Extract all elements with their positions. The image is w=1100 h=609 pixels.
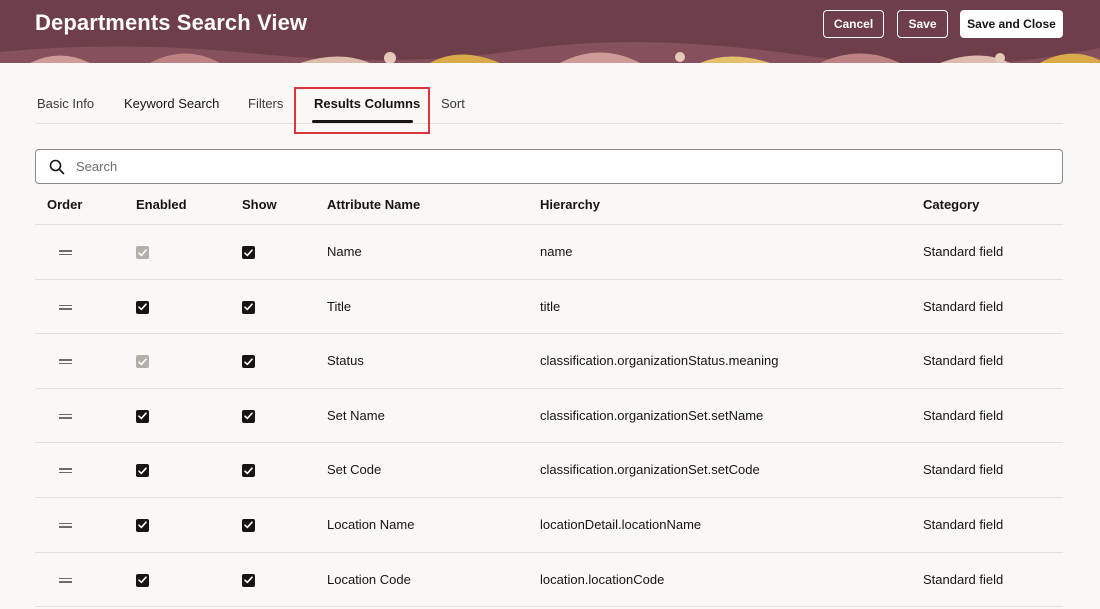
hierarchy-cell: classification.organizationSet.setName bbox=[540, 407, 764, 423]
tab-keyword-search[interactable]: Keyword Search bbox=[124, 84, 219, 124]
show-checkbox[interactable] bbox=[242, 409, 255, 423]
attribute-name-cell: Status bbox=[327, 353, 364, 369]
selected-tab-indicator bbox=[312, 120, 413, 123]
show-checkbox[interactable] bbox=[242, 518, 255, 532]
save-button[interactable]: Save bbox=[897, 10, 948, 38]
category-cell: Standard field bbox=[923, 462, 1004, 478]
table-row: Title title Standard field bbox=[35, 280, 1063, 335]
show-checkbox[interactable] bbox=[242, 355, 255, 369]
column-header-enabled: Enabled bbox=[136, 197, 187, 212]
column-header-category: Category bbox=[923, 197, 980, 212]
table-row: Status classification.organizationStatus.… bbox=[35, 334, 1063, 389]
column-header-order: Order bbox=[47, 197, 83, 212]
enabled-checkbox[interactable] bbox=[136, 518, 149, 532]
category-cell: Standard field bbox=[923, 298, 1004, 314]
hierarchy-cell: name bbox=[540, 244, 573, 259]
enabled-checkbox[interactable] bbox=[136, 300, 149, 314]
show-checkbox[interactable] bbox=[242, 246, 255, 259]
tab-results-columns[interactable]: Results Columns bbox=[314, 84, 420, 124]
hierarchy-cell: locationDetail.locationName bbox=[540, 516, 702, 532]
category-cell: Standard field bbox=[923, 407, 1004, 423]
table-row: Location Name locationDetail.locationName… bbox=[35, 498, 1063, 553]
category-cell: Standard field bbox=[923, 571, 1004, 587]
attribute-name-cell: Location Code bbox=[327, 571, 411, 587]
table-row: Name name Standard field bbox=[35, 225, 1063, 280]
drag-handle-icon[interactable] bbox=[59, 304, 72, 310]
category-cell: Standard field bbox=[923, 516, 1004, 532]
page-header: Departments Search View Cancel Save Save… bbox=[0, 0, 1100, 63]
enabled-checkbox[interactable] bbox=[136, 464, 149, 478]
drag-handle-icon[interactable] bbox=[59, 522, 72, 528]
cancel-button[interactable]: Cancel bbox=[823, 10, 884, 38]
table-row: Location Code location.locationCode Standa… bbox=[35, 553, 1063, 608]
hierarchy-cell: location.locationCode bbox=[540, 571, 665, 587]
search-input[interactable] bbox=[76, 150, 1046, 183]
save-and-close-button[interactable]: Save and Close bbox=[960, 10, 1063, 38]
show-checkbox[interactable] bbox=[242, 464, 255, 478]
drag-handle-icon[interactable] bbox=[59, 359, 72, 365]
enabled-checkbox[interactable] bbox=[136, 409, 149, 423]
hierarchy-cell: classification.organizationSet.setCode bbox=[540, 462, 760, 478]
enabled-checkbox bbox=[136, 355, 149, 369]
drag-handle-icon[interactable] bbox=[59, 577, 72, 583]
category-cell: Standard field bbox=[923, 353, 1004, 369]
column-header-hierarchy: Hierarchy bbox=[540, 197, 600, 212]
tab-basic-info[interactable]: Basic Info bbox=[37, 84, 94, 124]
column-header-show: Show bbox=[242, 197, 277, 212]
search-field[interactable] bbox=[35, 149, 1063, 184]
drag-handle-icon[interactable] bbox=[59, 468, 72, 474]
hierarchy-cell: classification.organizationStatus.meanin… bbox=[540, 353, 779, 369]
tab-filters[interactable]: Filters bbox=[248, 84, 283, 124]
attribute-name-cell: Set Name bbox=[327, 407, 385, 423]
hierarchy-cell: title bbox=[540, 298, 561, 314]
attribute-name-cell: Set Code bbox=[327, 462, 382, 478]
category-cell: Standard field bbox=[923, 244, 1004, 259]
drag-handle-icon[interactable] bbox=[59, 250, 72, 255]
results-columns-table: Order Enabled Show Attribute Name Hierar… bbox=[35, 184, 1063, 608]
show-checkbox[interactable] bbox=[242, 573, 255, 587]
attribute-name-cell: Location Name bbox=[327, 516, 415, 532]
drag-handle-icon[interactable] bbox=[59, 413, 72, 419]
attribute-name-cell: Title bbox=[327, 298, 352, 314]
enabled-checkbox[interactable] bbox=[136, 573, 149, 587]
show-checkbox[interactable] bbox=[242, 300, 255, 314]
column-header-attribute-name: Attribute Name bbox=[327, 197, 421, 212]
table-body: Name name Standard field Title title Standard… bbox=[35, 225, 1063, 608]
attribute-name-cell: Name bbox=[327, 244, 362, 259]
table-header: Order Enabled Show Attribute Name Hierar… bbox=[35, 184, 1063, 225]
tab-sort[interactable]: Sort bbox=[441, 84, 465, 124]
table-row: Set Code classification.organizationSet.s… bbox=[35, 443, 1063, 498]
page-title: Departments Search View bbox=[35, 10, 308, 35]
search-icon bbox=[49, 159, 65, 175]
enabled-checkbox bbox=[136, 246, 149, 259]
tab-bar: Basic Info Keyword Search Filters Result… bbox=[35, 84, 1063, 124]
table-row: Set Name classification.organizationSet.s… bbox=[35, 389, 1063, 444]
